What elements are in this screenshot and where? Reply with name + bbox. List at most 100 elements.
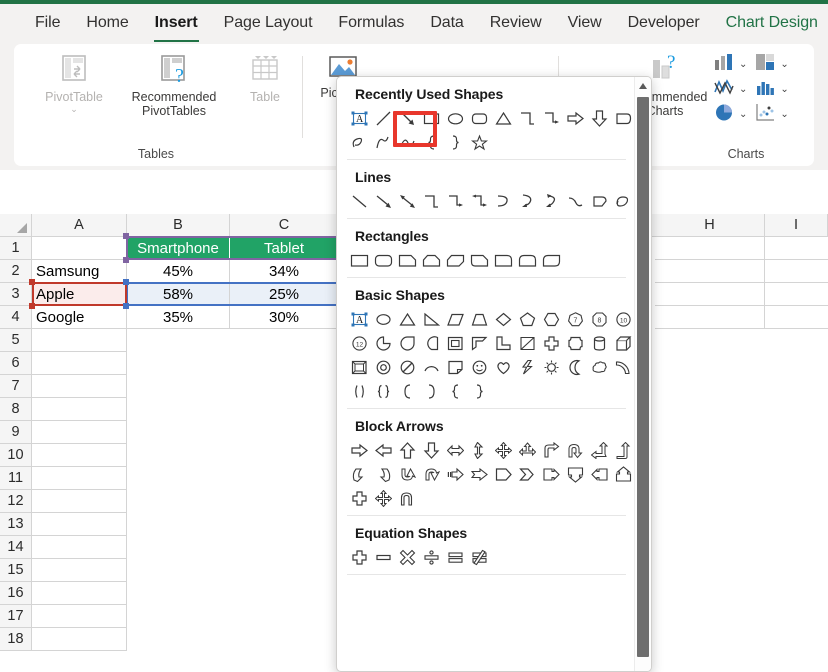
row-header-2[interactable]: 2 — [0, 260, 32, 283]
shape-multiply-sign[interactable] — [395, 545, 419, 569]
shape-minus-sign[interactable] — [371, 545, 395, 569]
select-all-corner[interactable] — [0, 214, 32, 237]
cell-i2[interactable] — [765, 260, 828, 283]
tab-formulas[interactable]: Formulas — [325, 10, 417, 36]
shape-elbow-double-arrow-connector[interactable] — [467, 189, 491, 213]
cell-h2[interactable] — [655, 260, 765, 283]
statistic-chart-icon[interactable] — [755, 78, 776, 102]
shape-chord[interactable] — [419, 331, 443, 355]
shape-curved-arrow-connector[interactable] — [515, 189, 539, 213]
shape-trapezoid[interactable] — [467, 307, 491, 331]
shape-arc[interactable] — [419, 355, 443, 379]
cell-a8[interactable] — [32, 398, 127, 421]
shape-line[interactable] — [347, 189, 371, 213]
cell-i4[interactable] — [765, 306, 828, 329]
shape-left-right-up-arrow[interactable] — [515, 438, 539, 462]
shape-freeform[interactable] — [587, 189, 611, 213]
shape-right-arrow[interactable] — [563, 106, 587, 130]
shape-curved-up-arrow[interactable] — [395, 462, 419, 486]
row-header-4[interactable]: 4 — [0, 306, 32, 329]
shape-bevel[interactable] — [347, 355, 371, 379]
hierarchy-chart-chevron-down-icon[interactable]: ⌄ — [780, 59, 788, 70]
pie-chart-icon[interactable] — [714, 103, 735, 127]
column-header-a[interactable]: A — [32, 214, 127, 237]
shape-frame[interactable] — [443, 331, 467, 355]
shape-dodecagon[interactable]: 12 — [347, 331, 371, 355]
shape-striped-right-arrow[interactable] — [443, 462, 467, 486]
row-header-6[interactable]: 6 — [0, 352, 32, 375]
cell-b4[interactable]: 35% — [127, 306, 230, 329]
column-header-h[interactable]: H — [655, 214, 765, 237]
cell-a4[interactable]: Google — [32, 306, 127, 329]
shape-circular-arrow[interactable] — [395, 486, 419, 510]
shape-oval[interactable] — [371, 307, 395, 331]
scatter-chart-chevron-down-icon[interactable]: ⌄ — [780, 109, 788, 120]
tab-view[interactable]: View — [555, 10, 615, 36]
cell-h3[interactable] — [655, 283, 765, 306]
cell-c2[interactable]: 34% — [230, 260, 339, 283]
cell-a12[interactable] — [32, 490, 127, 513]
shape-round-diagonal-corner-rectangle[interactable] — [539, 248, 563, 272]
tab-file[interactable]: File — [22, 10, 73, 36]
shape-lightning-bolt[interactable] — [515, 355, 539, 379]
statistic-chart-chevron-down-icon[interactable]: ⌄ — [780, 84, 788, 95]
shape-curve[interactable] — [395, 130, 419, 154]
cell-a18[interactable] — [32, 628, 127, 651]
shape-equal-sign[interactable] — [443, 545, 467, 569]
cell-a11[interactable] — [32, 467, 127, 490]
cell-a1[interactable] — [32, 237, 127, 260]
shape-quad-arrow-callout[interactable] — [371, 486, 395, 510]
shape-snip-single-corner-rectangle[interactable] — [395, 248, 419, 272]
scroll-up-arrow-icon[interactable] — [634, 77, 651, 94]
shape-bent-up-arrow[interactable] — [611, 438, 635, 462]
row-header-7[interactable]: 7 — [0, 375, 32, 398]
shape-smiley-face[interactable] — [467, 355, 491, 379]
cell-c4[interactable]: 30% — [230, 306, 339, 329]
shape-down-arrow[interactable] — [419, 438, 443, 462]
shape-scribble[interactable] — [611, 189, 635, 213]
shape-pie[interactable] — [371, 331, 395, 355]
shape-round-same-side-corner-rectangle[interactable] — [515, 248, 539, 272]
shape-right-arrow-callout[interactable] — [539, 462, 563, 486]
shape-pentagon-arrow[interactable] — [491, 462, 515, 486]
row-header-3[interactable]: 3 — [0, 283, 32, 306]
shape-heptagon[interactable]: 7 — [563, 307, 587, 331]
shape-moon[interactable] — [563, 355, 587, 379]
row-header-11[interactable]: 11 — [0, 467, 32, 490]
shape-notched-right-arrow[interactable] — [467, 462, 491, 486]
tab-data[interactable]: Data — [417, 10, 476, 36]
table-button[interactable]: Table — [234, 52, 296, 104]
row-header-12[interactable]: 12 — [0, 490, 32, 513]
shape-chevron-arrow[interactable] — [515, 462, 539, 486]
chevron-down-icon[interactable]: ⌄ — [28, 105, 120, 114]
cell-c1[interactable]: Tablet — [230, 237, 339, 260]
shape-oval[interactable] — [443, 106, 467, 130]
shape-cloud[interactable] — [587, 355, 611, 379]
scatter-chart-icon[interactable] — [755, 103, 776, 127]
shape-parallelogram[interactable] — [443, 307, 467, 331]
shape-curved-right-arrow[interactable] — [347, 462, 371, 486]
shape-snip-diagonal-corner-rectangle[interactable] — [443, 248, 467, 272]
cell-a17[interactable] — [32, 605, 127, 628]
shape-quad-arrow[interactable] — [491, 438, 515, 462]
shape-left-brace[interactable] — [419, 130, 443, 154]
shape-rounded-rectangle[interactable] — [467, 106, 491, 130]
shape-rectangle[interactable] — [419, 106, 443, 130]
shape-pentagon[interactable] — [515, 307, 539, 331]
cell-i1[interactable] — [765, 237, 828, 260]
shape-no-symbol[interactable] — [395, 355, 419, 379]
shape-curved-down-arrow[interactable] — [419, 462, 443, 486]
shape-freeform[interactable] — [371, 130, 395, 154]
cell-a5[interactable] — [32, 329, 127, 352]
shape-donut[interactable] — [371, 355, 395, 379]
tab-review[interactable]: Review — [477, 10, 555, 36]
cell-b1[interactable]: Smartphone — [127, 237, 230, 260]
column-chart-chevron-down-icon[interactable]: ⌄ — [739, 59, 747, 70]
column-header-i[interactable]: I — [765, 214, 828, 237]
shape-left-right-arrow[interactable] — [443, 438, 467, 462]
cell-a2[interactable]: Samsung — [32, 260, 127, 283]
row-header-1[interactable]: 1 — [0, 237, 32, 260]
shape-isosceles-triangle[interactable] — [395, 307, 419, 331]
row-header-9[interactable]: 9 — [0, 421, 32, 444]
shape-cross-arrow[interactable] — [347, 486, 371, 510]
